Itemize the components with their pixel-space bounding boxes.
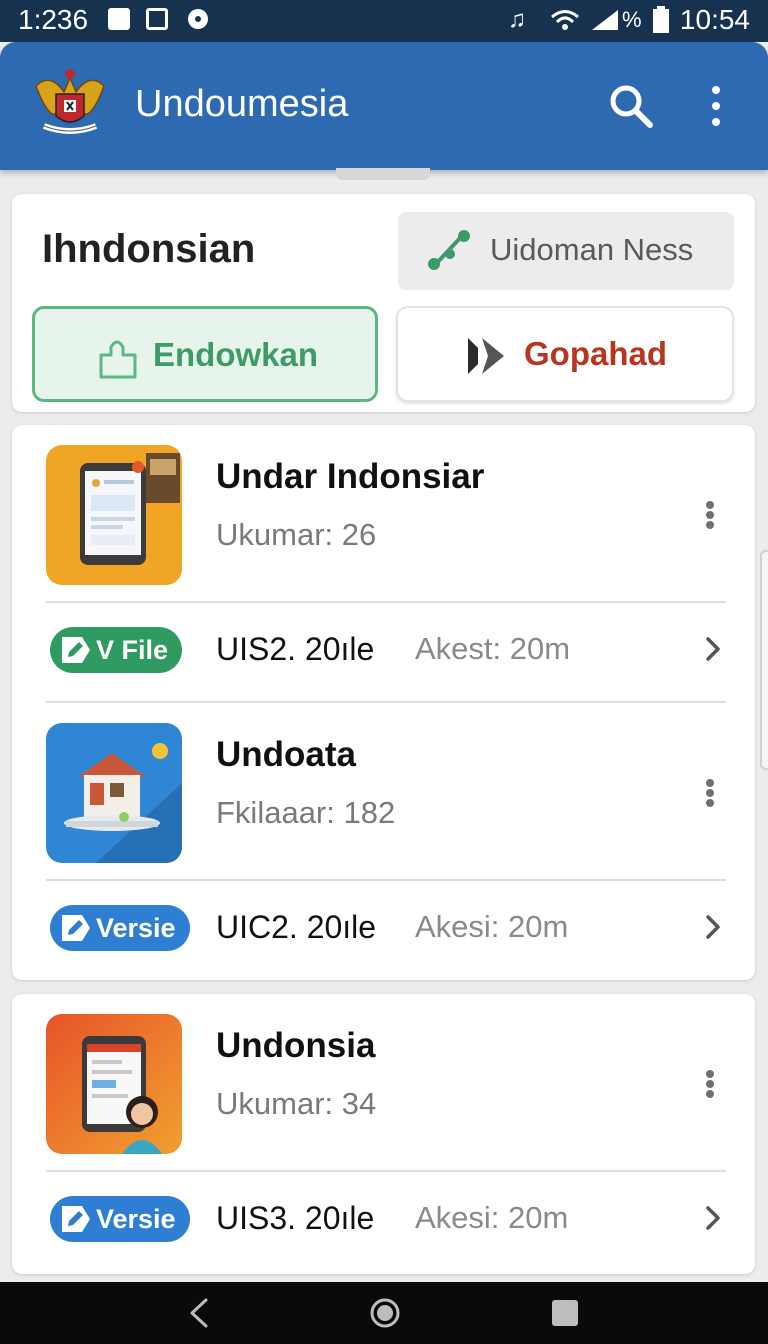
notification-dot-icon bbox=[188, 9, 208, 29]
search-button[interactable] bbox=[605, 80, 657, 132]
chevron-right-icon bbox=[706, 637, 720, 661]
wifi-icon bbox=[551, 10, 579, 30]
more-vert-icon bbox=[706, 1070, 714, 1078]
badge-label: Versie bbox=[96, 1204, 176, 1234]
share-icon bbox=[428, 230, 470, 270]
more-vert-icon bbox=[706, 779, 714, 787]
more-vert-icon bbox=[706, 501, 714, 509]
more-vert-icon bbox=[712, 86, 720, 94]
status-time-right: 10:54 bbox=[679, 4, 750, 35]
item-title: Undonsia bbox=[216, 1026, 376, 1065]
chevron-right-icon bbox=[706, 915, 720, 939]
list-card: Undar Indonsiar Ukumar: 26 V File UIS2. … bbox=[12, 425, 755, 980]
item-access: Akest: 20m bbox=[415, 631, 571, 666]
more-vert-dot bbox=[706, 799, 714, 807]
version-badge: Versie bbox=[50, 1196, 190, 1242]
battery-percent: % bbox=[622, 7, 642, 32]
go-button[interactable]: Gopahad bbox=[396, 306, 734, 402]
scroll-indicator[interactable] bbox=[760, 550, 768, 770]
pull-handle[interactable] bbox=[336, 168, 430, 180]
guide-button[interactable]: Uidoman Ness bbox=[398, 212, 734, 290]
item-subtitle: Ukumar: 26 bbox=[216, 517, 377, 552]
list-item[interactable]: Undar Indonsiar Ukumar: 26 V File UIS2. … bbox=[12, 425, 755, 705]
item-subtitle: Fkilaaar: 182 bbox=[216, 795, 396, 830]
notification-gallery-icon bbox=[146, 8, 168, 30]
home-upload-icon bbox=[99, 340, 137, 379]
item-subtitle: Ukumar: 34 bbox=[216, 1086, 377, 1121]
overflow-menu-button[interactable] bbox=[696, 80, 736, 132]
guide-button-label: Uidoman Ness bbox=[490, 232, 694, 267]
app-bar: Undoumesia bbox=[0, 42, 768, 170]
item-access: Akesi: 20m bbox=[415, 909, 569, 944]
more-vert-dot bbox=[712, 102, 720, 110]
edit-tag-icon bbox=[62, 1206, 90, 1232]
search-icon bbox=[610, 85, 653, 128]
garuda-emblem-icon bbox=[35, 69, 105, 134]
badge-label: V File bbox=[96, 635, 169, 665]
version-badge: V File bbox=[50, 627, 183, 673]
more-vert-dot bbox=[706, 789, 714, 797]
recents-icon[interactable] bbox=[552, 1300, 578, 1326]
chevron-right-icon bbox=[706, 1206, 720, 1230]
more-vert-dot bbox=[712, 118, 720, 126]
divider bbox=[46, 879, 726, 881]
notification-app-icon bbox=[108, 8, 130, 30]
divider bbox=[46, 1170, 726, 1172]
item-version: UIC2. 20ıle bbox=[216, 909, 377, 945]
download-button-label: Endowkan bbox=[153, 336, 319, 373]
battery-icon bbox=[653, 6, 669, 33]
fast-forward-icon bbox=[468, 338, 504, 374]
list-item[interactable]: Undoata Fkilaaar: 182 Versie UIC2. 20ıle… bbox=[12, 703, 755, 983]
item-overflow-button[interactable] bbox=[698, 495, 722, 535]
signal-icon bbox=[592, 10, 618, 30]
item-version: UIS3. 20ıle bbox=[216, 1200, 375, 1236]
go-button-label: Gopahad bbox=[524, 335, 668, 372]
item-thumbnail bbox=[46, 1014, 182, 1154]
house-app-icon bbox=[64, 743, 182, 863]
edit-tag-icon bbox=[62, 637, 90, 663]
headphones-icon: ♫ bbox=[508, 6, 526, 33]
edit-tag-icon bbox=[62, 915, 90, 941]
item-overflow-button[interactable] bbox=[698, 1064, 722, 1104]
section-title: Ihndonsian bbox=[42, 227, 256, 271]
app-title: Undoumesia bbox=[135, 83, 349, 125]
more-vert-dot bbox=[706, 521, 714, 529]
header-card: Ihndonsian Uidoman Ness Endowkan Gopahad bbox=[12, 194, 755, 412]
version-badge: Versie bbox=[50, 905, 190, 951]
profile-app-icon bbox=[82, 1036, 162, 1154]
badge-label: Versie bbox=[96, 913, 176, 943]
list-item[interactable]: Undonsia Ukumar: 34 Versie UIS3. 20ıle A… bbox=[12, 994, 755, 1274]
system-nav-bar bbox=[0, 1282, 768, 1344]
item-title: Undar Indonsiar bbox=[216, 457, 485, 496]
item-access: Akesi: 20m bbox=[415, 1200, 569, 1235]
home-icon[interactable] bbox=[368, 1296, 402, 1330]
back-icon[interactable] bbox=[184, 1296, 214, 1330]
phone-app-icon bbox=[80, 453, 180, 565]
item-thumbnail bbox=[46, 445, 182, 585]
item-thumbnail bbox=[46, 723, 182, 863]
list-card: Undonsia Ukumar: 34 Versie UIS3. 20ıle A… bbox=[12, 994, 755, 1274]
download-button[interactable]: Endowkan bbox=[32, 306, 378, 402]
more-vert-dot bbox=[706, 511, 714, 519]
item-version: UIS2. 20ıle bbox=[216, 631, 375, 667]
more-vert-dot bbox=[706, 1080, 714, 1088]
item-title: Undoata bbox=[216, 735, 356, 774]
divider bbox=[46, 601, 726, 603]
status-bar: 1:236 ♫ % 10:54 bbox=[0, 0, 768, 42]
item-overflow-button[interactable] bbox=[698, 773, 722, 813]
status-time-left: 1:236 bbox=[18, 4, 89, 35]
more-vert-dot bbox=[706, 1090, 714, 1098]
